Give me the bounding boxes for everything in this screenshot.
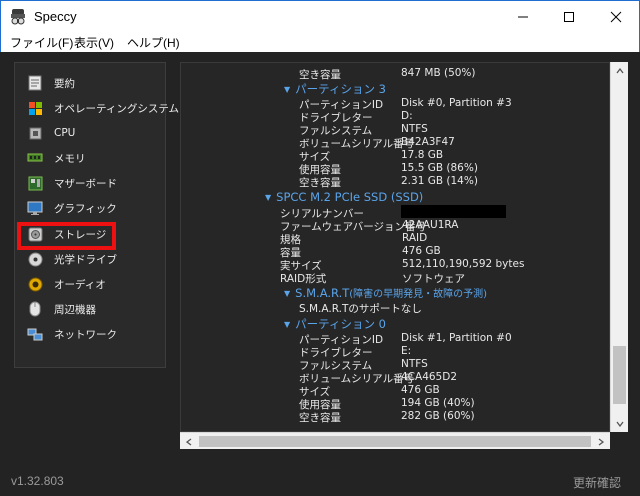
optical-drive-icon [27, 251, 43, 267]
menu-view[interactable]: 表示(V) [74, 34, 114, 51]
sidebar-item-memory[interactable]: メモリ [27, 148, 161, 168]
monitor-icon [27, 200, 43, 216]
sidebar-item-motherboard[interactable]: マザーボード [27, 173, 161, 193]
vertical-scroll-thumb[interactable] [613, 346, 626, 404]
sidebar-item-peripherals[interactable]: 周辺機器 [27, 299, 161, 319]
menu-bar: ファイル(F) 表示(V) ヘルプ(H) [0, 32, 640, 52]
memory-icon [27, 150, 43, 166]
minimize-icon [518, 16, 528, 17]
sidebar-item-label: CPU [54, 127, 76, 139]
sidebar: 要約 オペレーティングシステム CPU メモリ マザーボード グラフィック スト… [14, 62, 179, 368]
partition0-header[interactable]: ▼ パーティション 0 [284, 316, 386, 331]
motherboard-icon [27, 175, 43, 191]
maximize-button[interactable] [546, 1, 592, 32]
version-label: v1.32.803 [11, 474, 64, 488]
chevron-left-icon [185, 437, 191, 446]
partition3-header[interactable]: ▼ パーティション 3 [284, 81, 386, 96]
scroll-down-button[interactable] [611, 415, 628, 432]
status-bar: v1.32.803 更新確認 [0, 470, 640, 496]
smart-header[interactable]: ▼ S.M.A.R.T(障害の早期発見・故障の予測) [284, 285, 487, 300]
close-icon [610, 11, 622, 22]
sidebar-item-network[interactable]: ネットワーク [27, 324, 161, 344]
sidebar-item-cpu[interactable]: CPU [27, 123, 161, 143]
audio-icon [27, 276, 43, 292]
chevron-right-icon [598, 437, 604, 446]
sidebar-item-optical[interactable]: 光学ドライブ [27, 249, 161, 269]
menu-help[interactable]: ヘルプ(H) [127, 34, 180, 51]
menu-file[interactable]: ファイル(F) [10, 34, 73, 51]
sidebar-item-os[interactable]: オペレーティングシステム [27, 98, 179, 118]
redacted-serial [401, 205, 506, 218]
windows-icon [27, 100, 43, 116]
horizontal-scroll-thumb[interactable] [199, 436, 591, 447]
maximize-icon [564, 11, 574, 22]
horizontal-scrollbar[interactable] [180, 432, 610, 449]
cpu-icon [27, 125, 43, 141]
summary-icon [27, 75, 43, 91]
network-icon [27, 326, 43, 342]
window-title: Speccy [34, 9, 77, 24]
sidebar-item-label: オペレーティングシステム [54, 102, 180, 115]
speccy-app-icon [11, 9, 25, 25]
collapse-triangle-icon: ▼ [265, 193, 272, 202]
sidebar-item-label: 光学ドライブ [54, 253, 117, 266]
scroll-up-button[interactable] [611, 62, 628, 79]
sidebar-item-label: グラフィック [54, 202, 117, 215]
minimize-button[interactable] [500, 1, 546, 32]
scroll-right-button[interactable] [592, 433, 609, 450]
scroll-left-button[interactable] [180, 433, 197, 450]
storage-highlight-box [17, 222, 116, 250]
sidebar-item-label: メモリ [54, 152, 86, 165]
check-update-link[interactable]: 更新確認 [573, 474, 621, 491]
sidebar-item-audio[interactable]: オーディオ [27, 274, 161, 294]
sidebar-item-graphics[interactable]: グラフィック [27, 198, 161, 218]
sidebar-item-label: 要約 [54, 77, 75, 90]
sidebar-item-label: オーディオ [54, 278, 106, 291]
collapse-triangle-icon: ▼ [284, 85, 291, 94]
sidebar-item-summary[interactable]: 要約 [27, 73, 161, 93]
disk-header[interactable]: ▼ SPCC M.2 PCIe SSD (SSD) [265, 190, 423, 204]
mouse-icon [27, 301, 43, 317]
collapse-triangle-icon: ▼ [284, 320, 291, 329]
title-bar[interactable]: Speccy [0, 0, 640, 32]
collapse-triangle-icon: ▼ [284, 289, 291, 298]
chevron-up-icon [615, 67, 624, 73]
chevron-down-icon [615, 421, 624, 427]
sidebar-item-label: マザーボード [54, 177, 117, 190]
details-panel[interactable]: 空き容量 847 MB (50%) ▼ パーティション 3 パーティションID Dis… [180, 62, 610, 432]
vertical-scrollbar[interactable] [610, 62, 628, 432]
sidebar-item-label: 周辺機器 [54, 303, 96, 316]
sidebar-item-label: ネットワーク [54, 328, 117, 341]
close-button[interactable] [593, 1, 639, 32]
